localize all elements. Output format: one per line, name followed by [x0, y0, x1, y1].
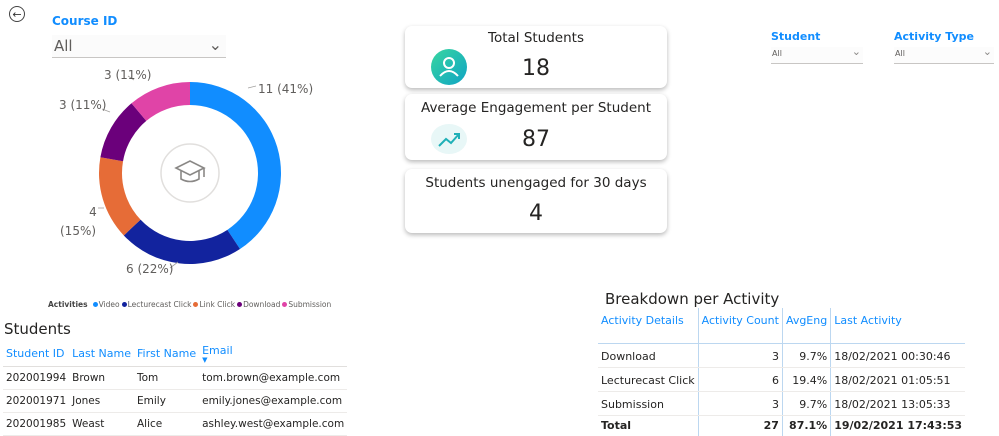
col-first-name[interactable]: First Name: [134, 341, 199, 367]
breakdown-title: Breakdown per Activity: [605, 290, 779, 308]
donut-label-link-click-count: 4: [86, 205, 100, 219]
activity-details-cell: Submission: [598, 392, 698, 416]
activity-type-filter-dropdown[interactable]: All ⌄: [894, 47, 994, 64]
email-cell: tom.brown@example.com: [199, 367, 347, 390]
last-name-cell: Brown: [69, 367, 134, 390]
last-activity-cell: 18/02/2021 13:05:33: [831, 392, 965, 416]
col-last-activity[interactable]: Last Activity: [831, 308, 965, 344]
chevron-down-icon: ⌄: [209, 35, 222, 54]
students-title: Students: [4, 320, 71, 338]
email-cell: emily.jones@example.com: [199, 390, 347, 413]
table-row[interactable]: Download 3 9.7% 18/02/2021 00:30:46: [598, 344, 965, 368]
avgeng-cell: 9.7%: [782, 392, 830, 416]
avgeng-cell: 19.4%: [782, 368, 830, 392]
legend-item-submission[interactable]: Submission: [282, 300, 331, 309]
student-id-cell: 202001985: [3, 413, 69, 436]
col-last-name[interactable]: Last Name: [69, 341, 134, 367]
chevron-down-icon: ⌄: [983, 45, 992, 58]
course-id-dropdown[interactable]: All ⌄: [52, 35, 226, 58]
total-count-cell: 27: [698, 416, 782, 436]
donut-slice-lecturecast-click[interactable]: [124, 220, 240, 264]
course-id-label: Course ID: [52, 14, 117, 28]
unengaged-title: Students unengaged for 30 days: [405, 175, 667, 191]
activity-count-cell: 3: [698, 392, 782, 416]
total-students-value: 18: [405, 56, 667, 81]
total-students-title: Total Students: [405, 30, 667, 46]
table-row[interactable]: 202001994 Brown Tom tom.brown@example.co…: [3, 367, 347, 390]
legend-label: Lecturecast Click: [128, 300, 192, 309]
donut-legend: Activities Video Lecturecast Click Link Cl…: [48, 300, 333, 309]
col-activity-details[interactable]: Activity Details: [598, 308, 698, 344]
course-id-value: All: [54, 37, 73, 55]
table-row[interactable]: 202001985 Weast Alice ashley.west@exampl…: [3, 413, 347, 436]
legend-dot: [122, 302, 127, 307]
legend-title: Activities: [48, 300, 88, 309]
total-avgeng-cell: 87.1%: [782, 416, 830, 436]
leader-line-video: [248, 86, 256, 88]
email-cell: ashley.west@example.com: [199, 413, 347, 436]
unengaged-card: Students unengaged for 30 days 4: [405, 169, 667, 233]
donut-label-link-click-pct: (15%): [60, 224, 96, 238]
student-id-cell: 202001971: [3, 390, 69, 413]
total-row: Total 27 87.1% 19/02/2021 17:43:53: [598, 416, 965, 436]
activity-type-filter-label: Activity Type: [894, 30, 974, 43]
legend-dot: [282, 302, 287, 307]
avgeng-cell: 9.7%: [782, 344, 830, 368]
total-label-cell: Total: [598, 416, 698, 436]
avg-engagement-title: Average Engagement per Student: [405, 100, 667, 116]
avg-engagement-value: 87: [405, 127, 667, 152]
chevron-down-icon: ⌄: [852, 45, 861, 58]
sort-descending-icon: ▼: [202, 357, 344, 363]
center-icon-circle: [161, 144, 219, 202]
donut-label-download: 3 (11%): [59, 98, 106, 112]
table-row[interactable]: 202001971 Jones Emily emily.jones@exampl…: [3, 390, 347, 413]
legend-dot: [237, 302, 242, 307]
col-student-id[interactable]: Student ID: [3, 341, 69, 367]
donut-label-submission: 3 (11%): [104, 68, 151, 82]
legend-label: Video: [99, 300, 120, 309]
avg-engagement-card: Average Engagement per Student 87: [405, 94, 667, 160]
legend-dot: [193, 302, 198, 307]
legend-item-download[interactable]: Download: [237, 300, 280, 309]
last-activity-cell: 18/02/2021 00:30:46: [831, 344, 965, 368]
table-row[interactable]: Submission 3 9.7% 18/02/2021 13:05:33: [598, 392, 965, 416]
legend-dot: [93, 302, 98, 307]
donut-label-lecturecast: 6 (22%): [126, 262, 173, 276]
col-email[interactable]: Email▼: [199, 341, 347, 367]
first-name-cell: Emily: [134, 390, 199, 413]
activity-details-cell: Download: [598, 344, 698, 368]
col-activity-count[interactable]: Activity Count: [698, 308, 782, 344]
activity-type-filter-value: All: [895, 49, 905, 58]
legend-label: Submission: [288, 300, 331, 309]
first-name-cell: Tom: [134, 367, 199, 390]
back-button[interactable]: ←: [9, 6, 25, 22]
donut-label-video: 11 (41%): [258, 82, 313, 96]
activity-count-cell: 3: [698, 344, 782, 368]
col-avgeng[interactable]: AvgEng: [782, 308, 830, 344]
donut-slice-link-click[interactable]: [99, 157, 141, 235]
legend-item-link-click[interactable]: Link Click: [193, 300, 235, 309]
breakdown-table: Activity Details Activity Count AvgEng L…: [598, 308, 965, 436]
students-table: Student ID Last Name First Name Email▼ 2…: [3, 341, 347, 436]
total-last-activity-cell: 19/02/2021 17:43:53: [831, 416, 965, 436]
unengaged-value: 4: [405, 201, 667, 226]
last-name-cell: Jones: [69, 390, 134, 413]
legend-label: Link Click: [199, 300, 235, 309]
first-name-cell: Alice: [134, 413, 199, 436]
student-filter-dropdown[interactable]: All ⌄: [771, 47, 863, 64]
student-id-cell: 202001994: [3, 367, 69, 390]
legend-label: Download: [243, 300, 280, 309]
last-name-cell: Weast: [69, 413, 134, 436]
last-activity-cell: 18/02/2021 01:05:51: [831, 368, 965, 392]
total-students-card: Total Students 18: [405, 26, 667, 88]
activity-details-cell: Lecturecast Click: [598, 368, 698, 392]
table-row[interactable]: Lecturecast Click 6 19.4% 18/02/2021 01:…: [598, 368, 965, 392]
student-filter-value: All: [772, 49, 782, 58]
activity-count-cell: 6: [698, 368, 782, 392]
activities-donut-chart: [60, 60, 340, 300]
arrow-left-circle-icon: ←: [12, 9, 21, 20]
legend-item-lecturecast-click[interactable]: Lecturecast Click: [122, 300, 192, 309]
legend-item-video[interactable]: Video: [93, 300, 120, 309]
student-filter-label: Student: [771, 30, 820, 43]
